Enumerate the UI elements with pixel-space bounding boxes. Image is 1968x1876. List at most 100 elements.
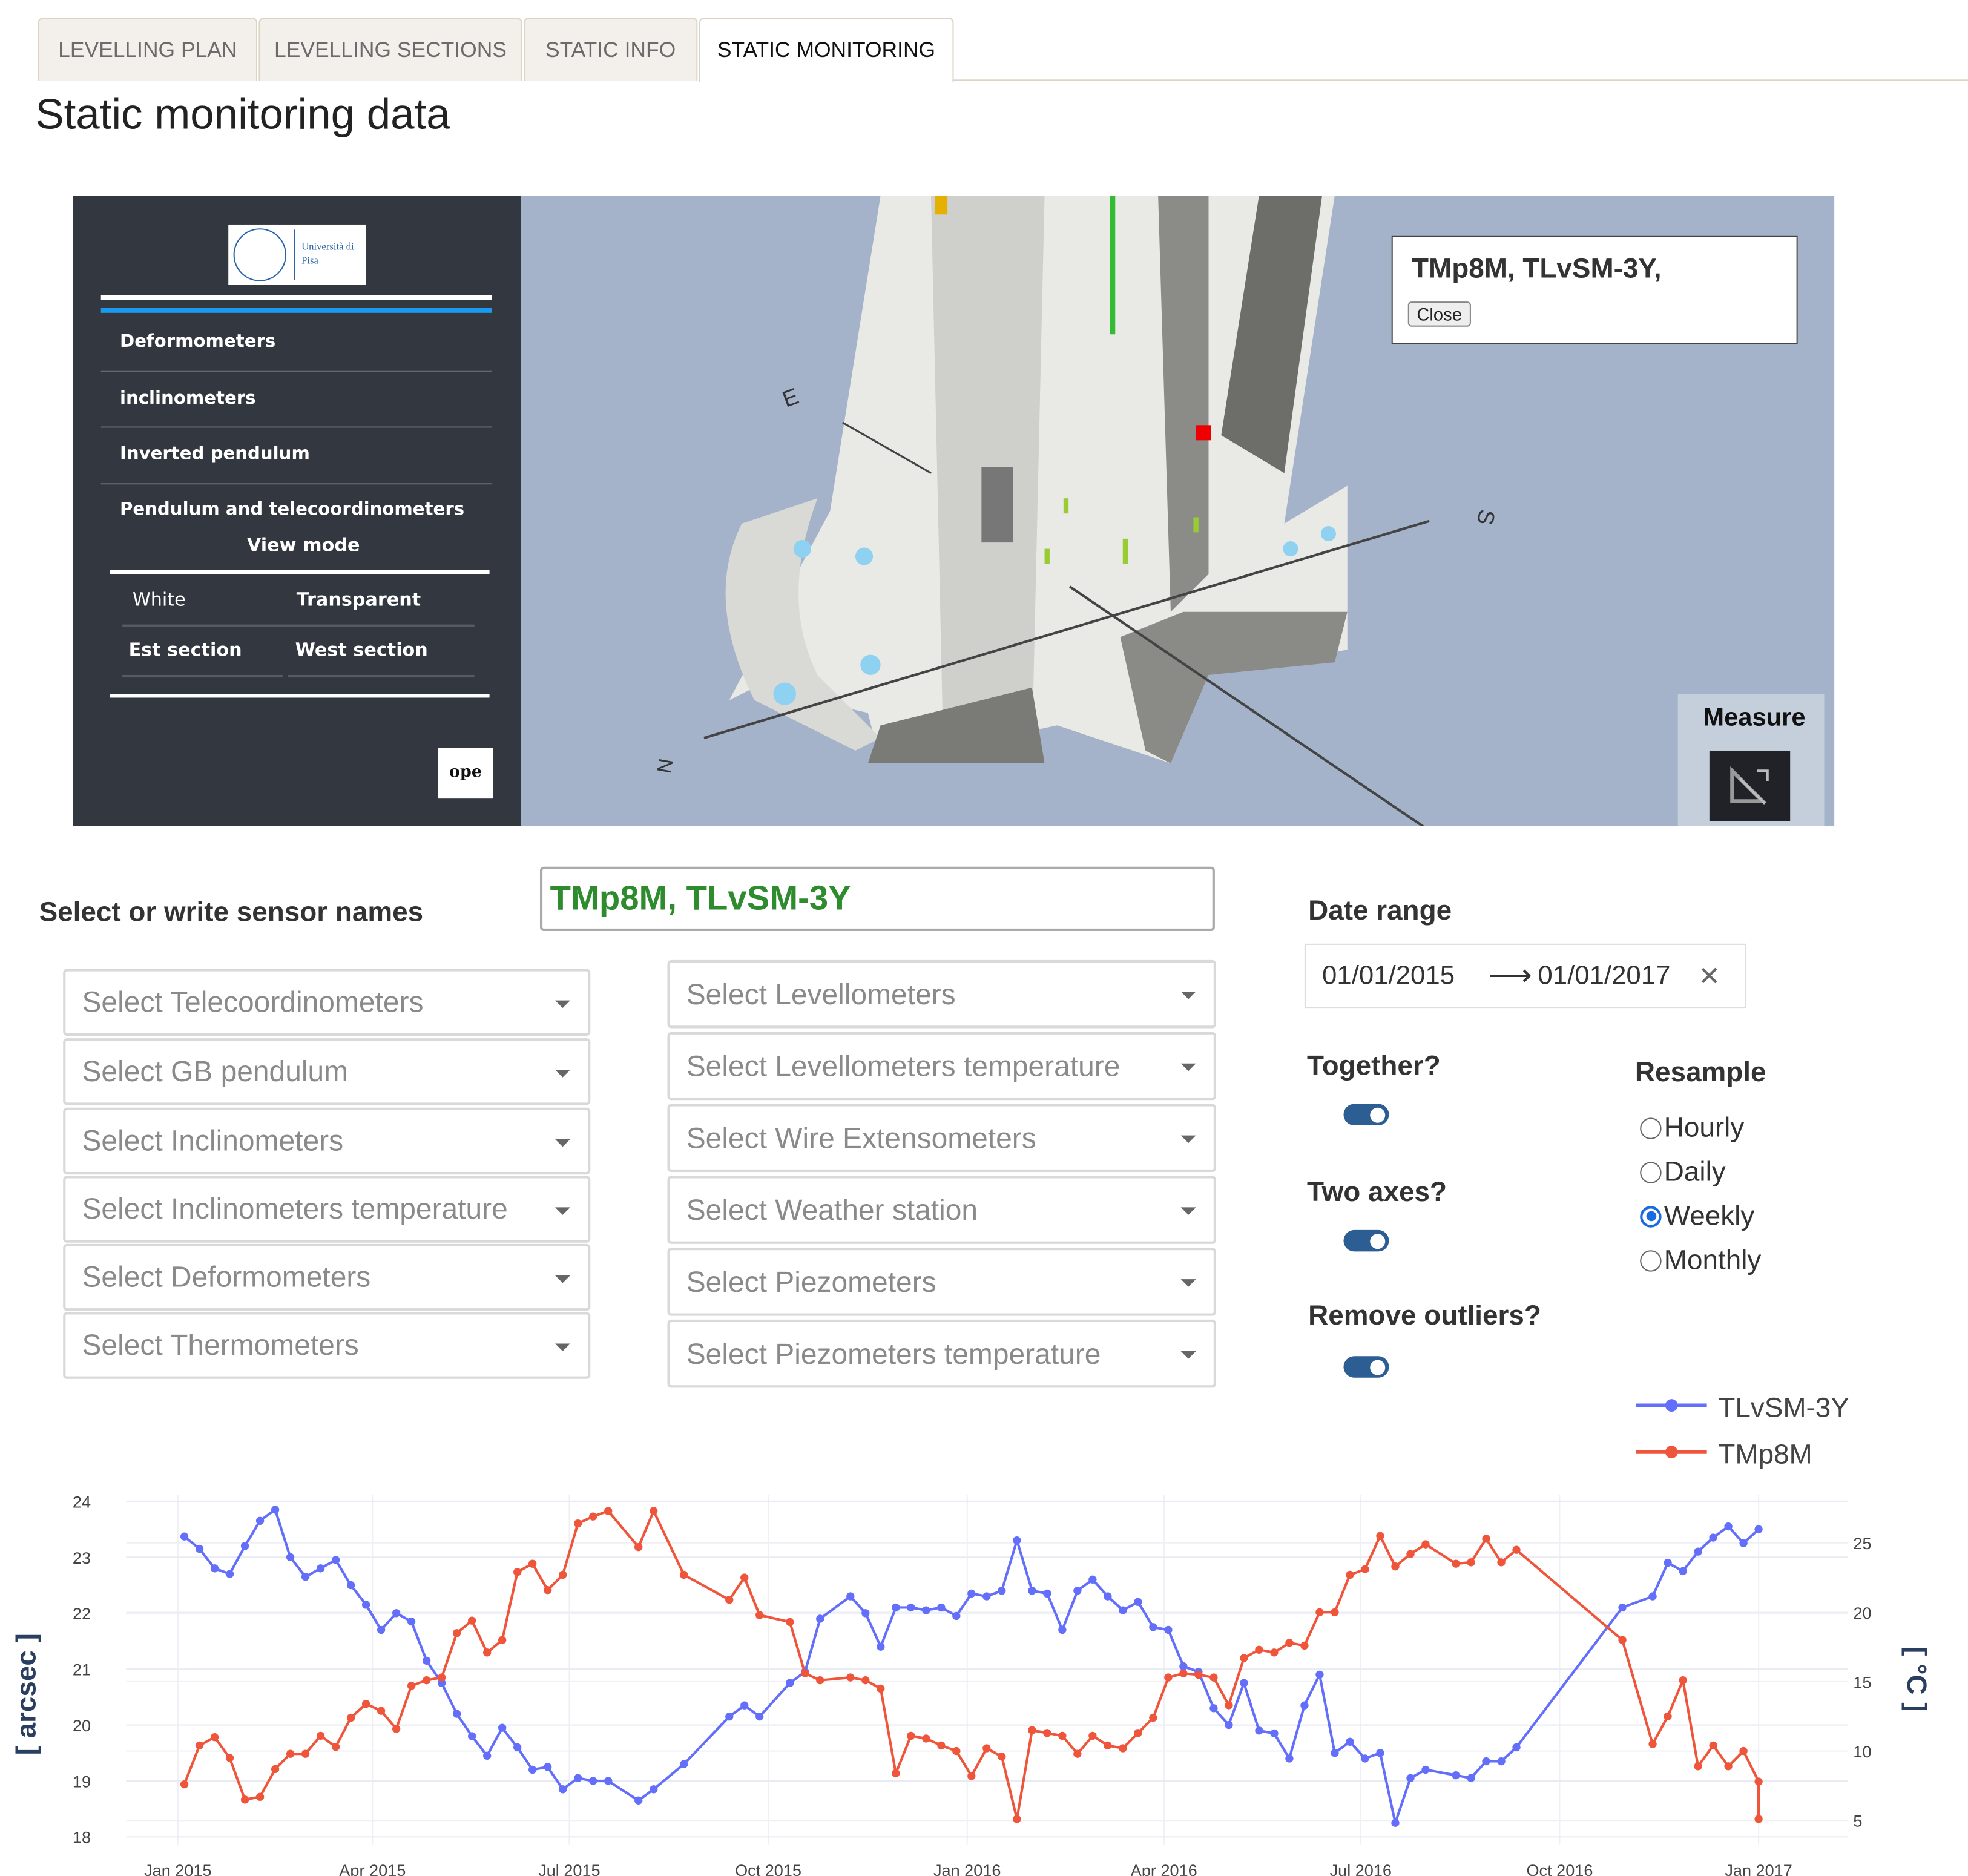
data-point-tlvsm-3y[interactable] [877,1642,885,1651]
measure-button[interactable] [1709,750,1791,821]
menu-pendulum-telecoordinometers[interactable]: Pendulum and telecoordinometers [101,484,492,532]
data-point-tmp8m[interactable] [392,1725,401,1733]
view-mode-est-section[interactable]: Est section [122,627,283,678]
data-point-tmp8m[interactable] [1073,1749,1082,1758]
data-point-tmp8m[interactable] [1164,1673,1173,1682]
menu-deformometers[interactable]: Deformometers [100,315,492,372]
data-point-tmp8m[interactable] [377,1707,386,1715]
data-point-tmp8m[interactable] [498,1636,507,1644]
data-point-tmp8m[interactable] [271,1765,280,1774]
data-point-tlvsm-3y[interactable] [1346,1737,1354,1746]
data-point-tmp8m[interactable] [1664,1712,1672,1720]
data-point-tlvsm-3y[interactable] [513,1743,522,1752]
data-point-tmp8m[interactable] [1058,1731,1067,1740]
levellometers-temperature-dropdown[interactable]: Select Levellometers temperature [667,1032,1216,1101]
data-point-tlvsm-3y[interactable] [498,1723,507,1732]
data-point-tlvsm-3y[interactable] [1512,1743,1521,1752]
data-point-tmp8m[interactable] [452,1629,461,1637]
data-point-tmp8m[interactable] [195,1741,204,1750]
data-point-tlvsm-3y[interactable] [1300,1701,1309,1710]
data-point-tlvsm-3y[interactable] [922,1606,930,1614]
resample-daily[interactable]: Daily [1640,1156,1726,1188]
data-point-tlvsm-3y[interactable] [225,1570,234,1578]
data-point-tmp8m[interactable] [1149,1713,1157,1722]
data-point-tlvsm-3y[interactable] [1119,1606,1127,1614]
data-point-tlvsm-3y[interactable] [1331,1749,1339,1757]
data-point-tmp8m[interactable] [650,1507,658,1515]
data-point-tmp8m[interactable] [513,1568,522,1576]
data-point-tmp8m[interactable] [967,1772,976,1780]
data-point-tmp8m[interactable] [1421,1540,1430,1549]
data-point-tlvsm-3y[interactable] [1497,1757,1506,1766]
popup-close-button[interactable]: Close [1407,301,1471,327]
data-point-tmp8m[interactable] [437,1673,446,1682]
data-point-tmp8m[interactable] [816,1676,824,1685]
data-point-tlvsm-3y[interactable] [680,1760,688,1768]
data-point-tmp8m[interactable] [1391,1562,1400,1571]
data-point-tmp8m[interactable] [1482,1535,1490,1543]
data-point-tmp8m[interactable] [922,1734,930,1743]
data-point-tlvsm-3y[interactable] [982,1592,991,1601]
data-point-tlvsm-3y[interactable] [240,1542,249,1550]
data-point-tlvsm-3y[interactable] [1391,1818,1400,1827]
data-point-tlvsm-3y[interactable] [892,1603,900,1612]
data-point-tlvsm-3y[interactable] [1754,1525,1763,1533]
data-point-tmp8m[interactable] [1497,1558,1506,1567]
data-point-tlvsm-3y[interactable] [407,1617,416,1626]
data-point-tlvsm-3y[interactable] [1724,1522,1733,1531]
data-point-tlvsm-3y[interactable] [589,1777,597,1785]
menu-inclinometers[interactable]: inclinometers [100,372,492,428]
data-point-tmp8m[interactable] [255,1792,265,1801]
data-point-tlvsm-3y[interactable] [998,1587,1006,1595]
data-point-tlvsm-3y[interactable] [952,1611,961,1621]
data-point-tlvsm-3y[interactable] [1013,1536,1021,1545]
data-point-tlvsm-3y[interactable] [755,1712,764,1721]
data-point-tlvsm-3y[interactable] [740,1701,749,1710]
data-point-tmp8m[interactable] [1618,1636,1627,1644]
data-point-tmp8m[interactable] [786,1618,794,1627]
data-point-tmp8m[interactable] [1119,1744,1127,1753]
data-point-tlvsm-3y[interactable] [559,1785,567,1794]
inclinometers-temperature-dropdown[interactable]: Select Inclinometers temperature [63,1176,591,1243]
data-point-tmp8m[interactable] [210,1733,219,1742]
tab-static-info[interactable]: STATIC INFO [523,18,698,81]
data-point-tlvsm-3y[interactable] [1225,1720,1233,1730]
3d-viewer[interactable]: E S N Università di Pisa Deformometers i… [73,196,1835,827]
date-range-picker[interactable]: 01/01/2015 ⟶ 01/01/2017 ✕ [1304,943,1746,1009]
data-point-tlvsm-3y[interactable] [937,1603,946,1612]
remove-outliers-toggle[interactable] [1343,1356,1389,1378]
data-point-tlvsm-3y[interactable] [392,1609,401,1618]
data-point-tlvsm-3y[interactable] [1694,1547,1702,1556]
data-point-tlvsm-3y[interactable] [786,1679,794,1687]
data-point-tmp8m[interactable] [482,1648,492,1657]
data-point-tmp8m[interactable] [1194,1670,1203,1679]
data-point-tmp8m[interactable] [407,1682,416,1690]
data-point-tlvsm-3y[interactable] [846,1592,855,1601]
data-point-tmp8m[interactable] [937,1741,946,1750]
view-mode-transparent[interactable]: Transparent [288,576,475,627]
data-point-tmp8m[interactable] [892,1769,900,1777]
data-point-tlvsm-3y[interactable] [377,1625,386,1634]
data-point-tlvsm-3y[interactable] [1149,1623,1157,1631]
data-point-tmp8m[interactable] [422,1676,431,1685]
data-point-tmp8m[interactable] [1679,1676,1687,1685]
data-point-tlvsm-3y[interactable] [195,1544,204,1553]
data-point-tmp8m[interactable] [1088,1731,1097,1740]
data-point-tlvsm-3y[interactable] [574,1774,582,1782]
data-point-tlvsm-3y[interactable] [1270,1729,1279,1738]
tab-static-monitoring[interactable]: STATIC MONITORING [699,18,954,82]
data-point-tmp8m[interactable] [1648,1740,1657,1748]
data-point-tmp8m[interactable] [1739,1746,1748,1756]
data-point-tlvsm-3y[interactable] [604,1777,613,1785]
data-point-tlvsm-3y[interactable] [1255,1726,1263,1735]
view-mode-west-section[interactable]: West section [288,627,475,678]
data-point-tmp8m[interactable] [1134,1729,1142,1737]
data-point-tlvsm-3y[interactable] [286,1553,295,1562]
data-point-tmp8m[interactable] [1240,1654,1248,1662]
data-point-tmp8m[interactable] [1346,1570,1354,1579]
data-point-tmp8m[interactable] [346,1713,355,1722]
data-point-tmp8m[interactable] [316,1731,325,1740]
weather-station-dropdown[interactable]: Select Weather station [667,1176,1216,1244]
data-point-tmp8m[interactable] [1406,1550,1415,1558]
data-point-tlvsm-3y[interactable] [650,1785,658,1794]
